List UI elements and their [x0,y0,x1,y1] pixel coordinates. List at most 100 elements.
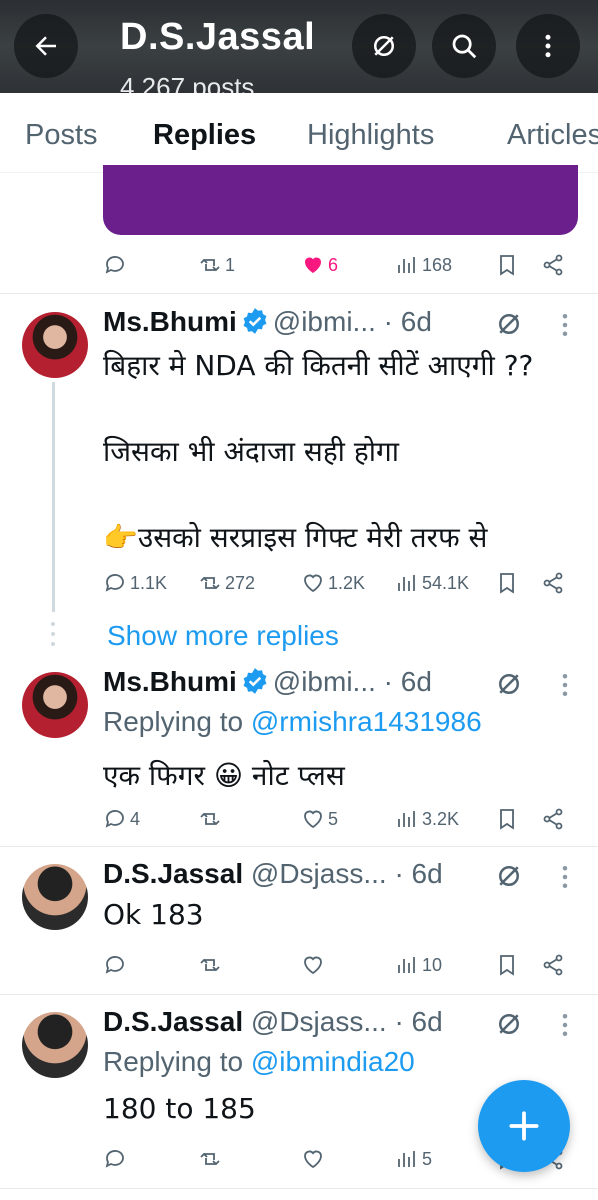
grok-icon[interactable] [494,1009,524,1039]
compose-button[interactable] [478,1080,570,1172]
more-options-button[interactable] [516,14,580,78]
share-button[interactable] [541,802,565,836]
profile-tabs: Posts Replies Highlights Articles [0,93,598,173]
author-name[interactable]: D.S.Jassal [103,858,243,889]
views-icon [398,957,415,973]
more-icon[interactable] [555,670,575,700]
reply-icon [105,256,124,274]
views-count: 5 [422,1148,433,1169]
reply-button[interactable] [103,948,127,982]
author-handle[interactable]: @Dsjass... [251,1006,387,1037]
mention-link[interactable]: @rmishra1431986 [251,706,482,737]
bookmark-button[interactable] [495,948,519,982]
tweet-media[interactable] [103,165,578,235]
bookmark-icon [500,809,514,830]
arrow-left-icon [35,36,56,56]
tab-highlights[interactable]: Highlights [307,119,434,152]
retweet-icon [200,576,220,590]
retweet-button[interactable] [198,948,222,982]
views-button[interactable]: 168 [395,248,452,282]
mention-link[interactable]: @ibmindia20 [251,1046,415,1077]
avatar[interactable] [22,672,88,738]
author-name[interactable]: Ms.Bhumi [103,306,237,337]
tab-articles[interactable]: Articles [507,119,598,152]
avatar[interactable] [22,312,88,378]
search-button[interactable] [432,14,496,78]
reply-button[interactable] [103,248,127,282]
tab-replies[interactable]: Replies [153,119,256,152]
share-button[interactable] [541,566,565,600]
views-button[interactable]: 10 [395,948,442,982]
divider [0,293,598,294]
reply-icon [105,1150,124,1168]
retweet-button[interactable] [198,802,222,836]
author-handle[interactable]: @ibmi... [273,666,376,697]
retweet-button[interactable]: 272 [198,566,255,600]
share-icon [543,808,563,830]
replying-label: Replying to [103,706,244,737]
avatar[interactable] [22,1012,88,1078]
divider [0,846,598,847]
reply-icon [105,956,124,974]
author-handle[interactable]: @ibmi... [273,306,376,337]
avatar[interactable] [22,864,88,930]
like-button[interactable]: 5 [301,802,338,836]
author-name[interactable]: D.S.Jassal [103,1006,243,1037]
reply-button[interactable] [103,1142,127,1176]
like-count: 5 [328,808,339,829]
tweet-actions: 10 [103,948,573,982]
author-handle[interactable]: @Dsjass... [251,858,387,889]
bookmark-icon [500,573,514,594]
thread-dots-icon [51,622,55,646]
views-button[interactable]: 3.2K [395,802,459,836]
retweet-icon [200,812,220,826]
share-button[interactable] [541,248,565,282]
tweet-time: · 6d [394,1006,443,1037]
tweet-time: · 6d [383,306,432,337]
show-more-replies-link[interactable]: Show more replies [107,620,339,652]
bookmark-button[interactable] [495,248,519,282]
reply-icon [105,574,124,592]
views-icon [398,575,415,591]
views-button[interactable]: 54.1K [395,566,469,600]
like-button[interactable]: 1.2K [301,566,365,600]
retweet-button[interactable]: 1 [198,248,235,282]
views-icon [398,1151,415,1167]
heart-icon [304,574,322,593]
author-name[interactable]: Ms.Bhumi [103,666,237,697]
share-icon [543,254,563,276]
more-icon[interactable] [555,1010,575,1040]
share-button[interactable] [541,948,565,982]
reply-button[interactable]: 1.1K [103,566,167,600]
verified-badge-icon [243,308,267,334]
share-icon [543,954,563,976]
verified-badge-icon [243,668,267,694]
replying-to: Replying to @rmishra1431986 [103,706,482,738]
views-icon [398,811,415,827]
tweet-text-line: बिहार मे NDA की कितनी सीटें आएगी ?? [103,349,534,382]
heart-icon [304,1150,322,1169]
like-button[interactable]: 6 [301,248,338,282]
heart-filled-icon [305,257,321,273]
grok-button[interactable] [352,14,416,78]
reply-count: 4 [130,808,141,829]
reply-button[interactable]: 4 [103,802,140,836]
grok-icon[interactable] [494,309,524,339]
like-button[interactable] [301,1142,325,1176]
back-button[interactable] [14,14,78,78]
bookmark-button[interactable] [495,566,519,600]
grok-icon[interactable] [494,669,524,699]
tab-posts[interactable]: Posts [25,119,98,152]
thread-line [52,382,55,612]
grok-icon [374,36,394,56]
like-button[interactable] [301,948,325,982]
views-button[interactable]: 5 [395,1142,432,1176]
retweet-button[interactable] [198,1142,222,1176]
grok-icon[interactable] [494,861,524,891]
more-icon[interactable] [555,862,575,892]
more-icon[interactable] [555,310,575,340]
bookmark-button[interactable] [495,802,519,836]
retweet-icon [200,258,220,272]
views-count: 168 [422,254,453,275]
tweet-header: Ms.Bhumi @ibmi... · 6d [103,306,432,338]
